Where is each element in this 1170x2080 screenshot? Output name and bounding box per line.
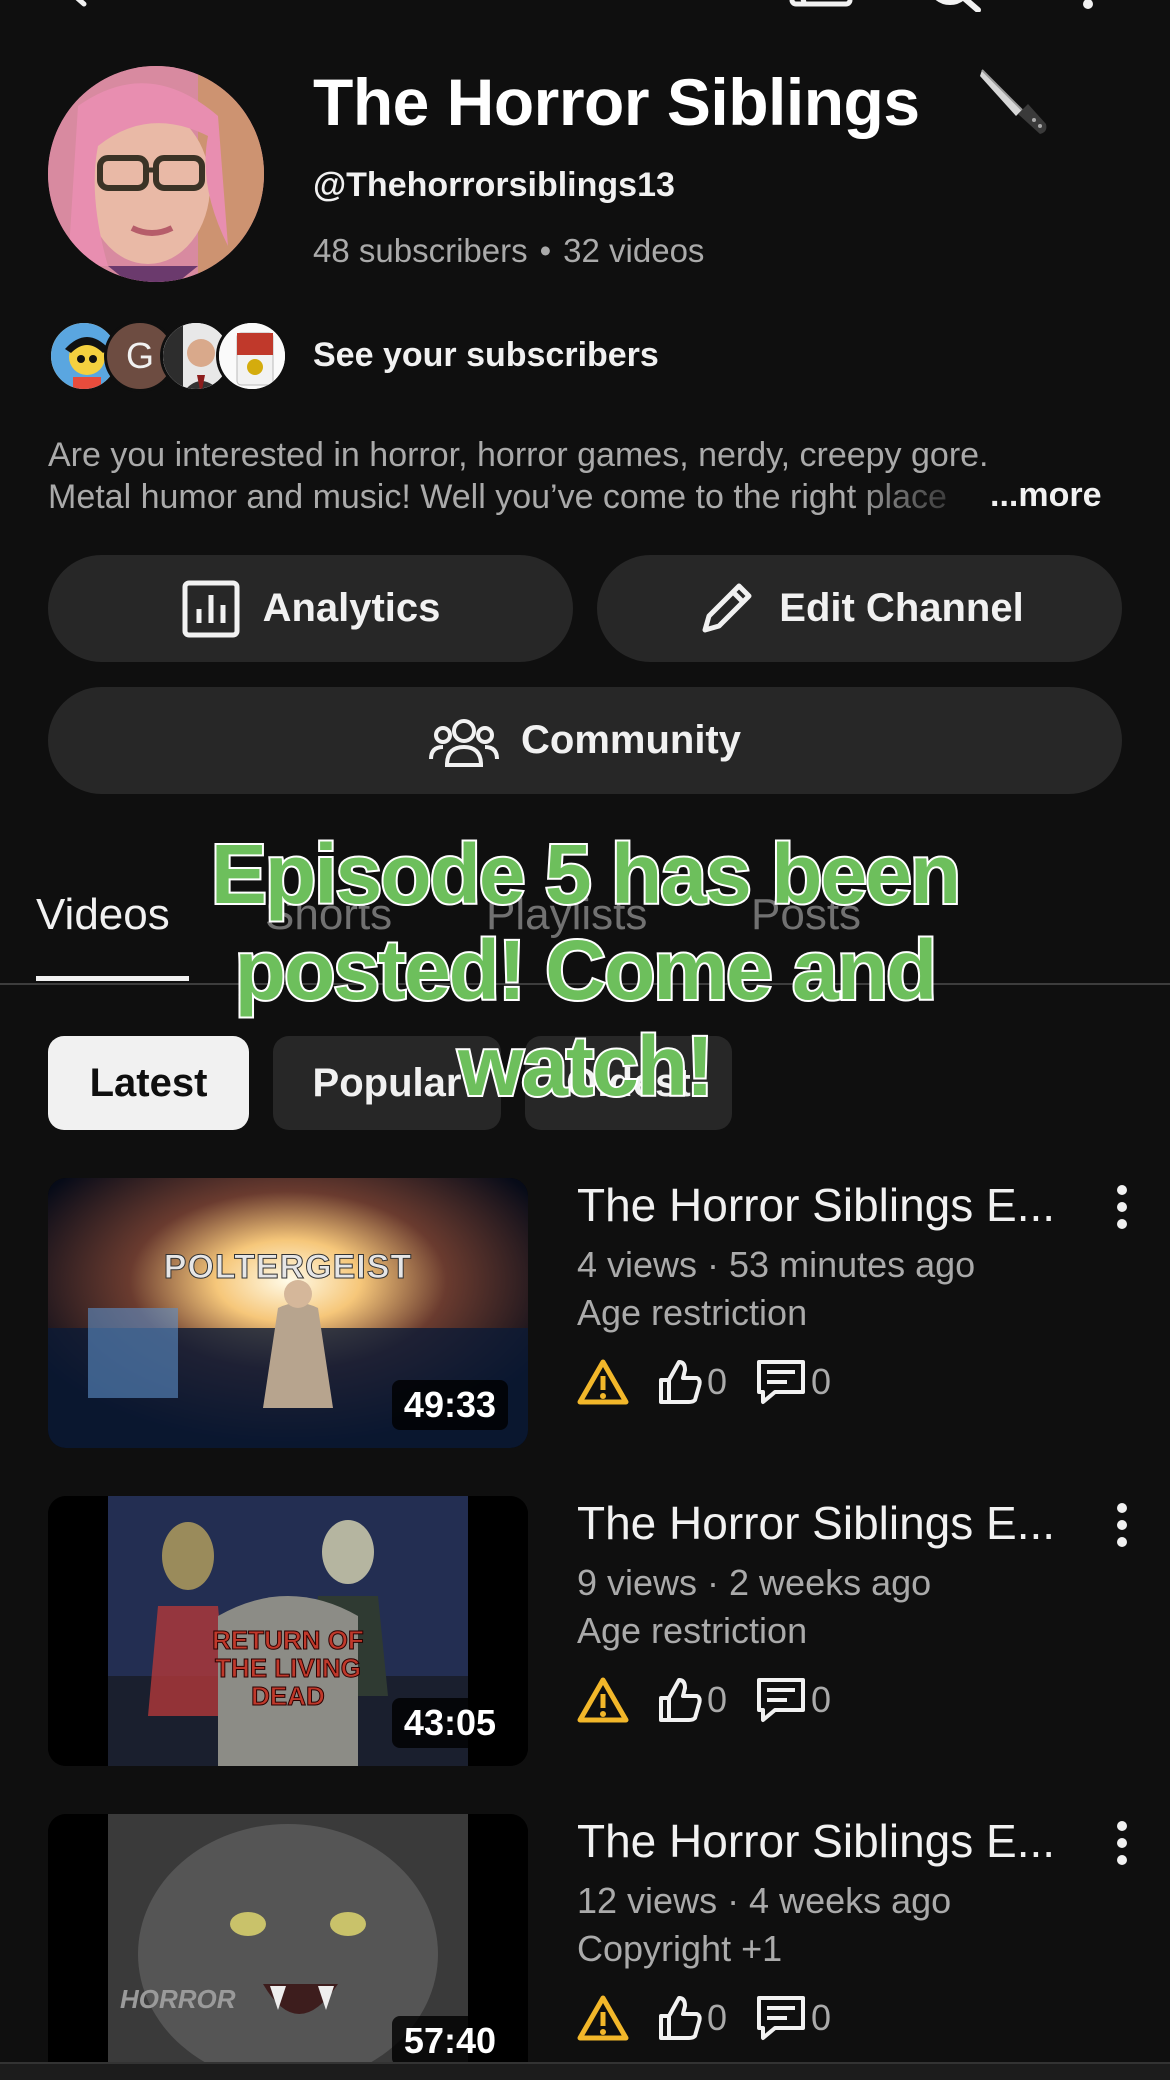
analytics-label: Analytics <box>262 586 441 630</box>
see-subscribers-link[interactable]: See your subscribers <box>313 336 659 375</box>
video-count: 32 videos <box>563 232 705 269</box>
edit-channel-label: Edit Channel <box>779 586 1024 630</box>
video-meta: 9 views · 2 weeks ago <box>577 1562 932 1603</box>
analytics-button[interactable]: Analytics <box>48 555 573 662</box>
description-line: Metal humor and music! Well you’ve come … <box>48 478 947 516</box>
thumbnail-title: RETURN OF THE LIVING DEAD <box>212 1625 365 1711</box>
like-count: 0 <box>707 1997 728 2038</box>
warning-icon[interactable] <box>577 1994 629 2042</box>
subscriber-count: 48 subscribers <box>313 232 528 269</box>
comment-icon <box>757 1360 806 1404</box>
video-restriction: Age restriction <box>577 1610 808 1651</box>
video-item[interactable]: HORROR 57:40 The Horror Siblings E... 12… <box>0 1814 1170 2080</box>
cast-icon[interactable] <box>786 0 856 8</box>
video-title[interactable]: The Horror Siblings E... <box>577 1814 1055 1868</box>
comment-icon <box>757 1678 806 1722</box>
comment-icon <box>757 1996 806 2040</box>
community-label: Community <box>521 718 741 762</box>
people-icon <box>429 718 499 767</box>
video-thumbnail[interactable]: RETURN OF THE LIVING DEAD 43:05 <box>48 1496 528 1766</box>
more-link[interactable]: ...more <box>990 476 1101 515</box>
video-meta: 12 views · 4 weeks ago <box>577 1880 952 1921</box>
comment-count: 0 <box>811 1997 832 2038</box>
video-title[interactable]: The Horror Siblings E... <box>577 1178 1055 1232</box>
pencil-icon <box>702 583 752 632</box>
video-stats: 0 0 <box>577 1990 859 2046</box>
video-thumbnail[interactable]: HORROR 57:40 <box>48 1814 528 2080</box>
comment-count: 0 <box>811 1679 832 1720</box>
subscriber-avatar-letter: G <box>125 335 154 376</box>
channel-description[interactable]: Are you interested in horror, horror gam… <box>48 434 1128 518</box>
more-icon[interactable] <box>1078 0 1098 12</box>
overlay-caption: Episode 5 has been posted! Come and watc… <box>209 825 963 1115</box>
video-stats: 0 0 <box>577 1672 859 1728</box>
edit-channel-button[interactable]: Edit Channel <box>597 555 1122 662</box>
stats-separator: • <box>539 232 552 269</box>
comment-count: 0 <box>811 1361 832 1402</box>
video-meta: 4 views · 53 minutes ago <box>577 1244 976 1285</box>
thumbs-up-icon <box>659 1996 702 2040</box>
warning-icon[interactable] <box>577 1676 629 1724</box>
top-app-bar <box>0 0 1170 16</box>
like-count: 0 <box>707 1679 728 1720</box>
video-restriction: Copyright +1 <box>577 1928 783 1969</box>
subscriber-avatar <box>216 320 288 392</box>
thumbs-up-icon <box>659 1360 702 1404</box>
thumbnail-title: POLTERGEIST <box>163 1248 413 1287</box>
channel-title: The Horror Siblings <box>313 65 920 139</box>
subscriber-avatars[interactable]: G <box>48 320 288 392</box>
video-duration: 49:33 <box>391 1380 508 1430</box>
video-duration: 57:40 <box>391 2016 508 2066</box>
channel-stats: 48 subscribers • 32 videos <box>313 232 704 270</box>
kebab-menu-icon[interactable] <box>1108 1498 1136 1552</box>
kebab-menu-icon[interactable] <box>1108 1816 1136 1870</box>
video-stats: 0 0 <box>577 1354 859 1410</box>
thumbs-up-icon <box>659 1678 702 1722</box>
video-title[interactable]: The Horror Siblings E... <box>577 1496 1055 1550</box>
avatar-image <box>48 66 264 282</box>
search-icon[interactable] <box>924 0 984 12</box>
video-item[interactable]: RETURN OF THE LIVING DEAD 43:05 The Horr… <box>0 1496 1170 1766</box>
back-icon[interactable] <box>58 0 94 8</box>
channel-avatar[interactable] <box>48 66 264 282</box>
soup-can-avatar-image <box>219 323 285 389</box>
channel-handle: @Thehorrorsiblings13 <box>313 166 675 204</box>
video-duration: 43:05 <box>391 1698 508 1748</box>
description-line: Are you interested in horror, horror gam… <box>48 436 989 474</box>
video-restriction: Age restriction <box>577 1292 808 1333</box>
thumbnail-watermark: HORROR <box>120 1984 236 2014</box>
warning-icon[interactable] <box>577 1358 629 1406</box>
analytics-icon <box>182 580 240 637</box>
video-item[interactable]: POLTERGEIST 49:33 The Horror Siblings E.… <box>0 1178 1170 1448</box>
kebab-menu-icon[interactable] <box>1108 1180 1136 1234</box>
channel-page: The Horror Siblings @Thehorrorsiblings13… <box>0 0 1170 2080</box>
knife-icon <box>980 69 1047 134</box>
community-button[interactable]: Community <box>48 687 1122 794</box>
bottom-navigation-bar <box>0 2062 1170 2080</box>
video-thumbnail[interactable]: POLTERGEIST 49:33 <box>48 1178 528 1448</box>
like-count: 0 <box>707 1361 728 1402</box>
